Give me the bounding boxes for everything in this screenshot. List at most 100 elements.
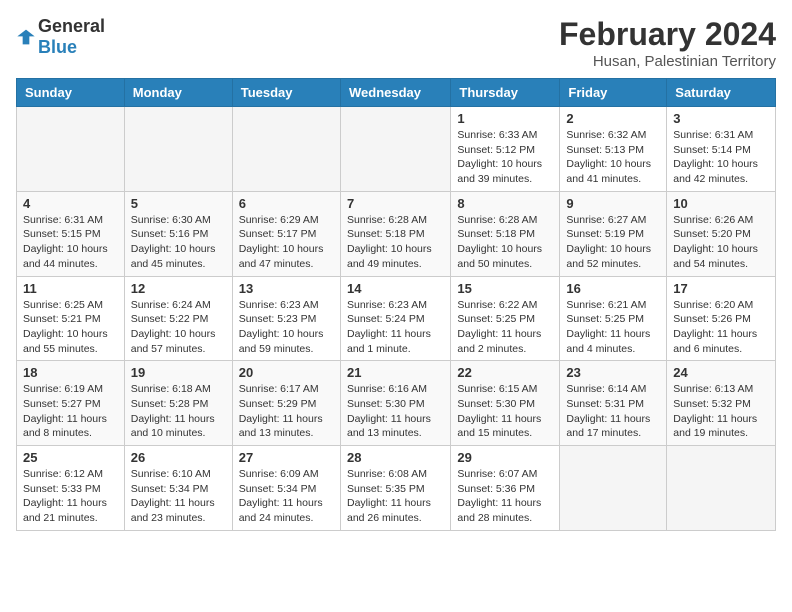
table-row: 18 Sunrise: 6:19 AM Sunset: 5:27 PM Dayli… — [17, 361, 125, 446]
day-number: 6 — [239, 196, 334, 211]
day-number: 10 — [673, 196, 769, 211]
table-row: 25Sunrise: 6:12 AM Sunset: 5:33 PM Dayli… — [17, 446, 125, 531]
table-row: 12Sunrise: 6:24 AM Sunset: 5:22 PM Dayli… — [124, 276, 232, 361]
day-number: 11 — [23, 281, 118, 296]
table-row: 28Sunrise: 6:08 AM Sunset: 5:35 PM Dayli… — [340, 446, 450, 531]
logo-bird-icon — [16, 27, 36, 47]
day-info: Sunrise: 6:08 AM Sunset: 5:35 PM Dayligh… — [347, 467, 444, 526]
calendar-week-4: 18 Sunrise: 6:19 AM Sunset: 5:27 PM Dayli… — [17, 361, 776, 446]
day-number: 3 — [673, 111, 769, 126]
day-number: 5 — [131, 196, 226, 211]
logo-text-general: General — [38, 16, 105, 36]
table-row: 10 Sunrise: 6:26 AM Sunset: 5:20 PM Dayli… — [667, 191, 776, 276]
calendar-title: February 2024 — [559, 16, 776, 53]
day-number: 8 — [457, 196, 553, 211]
day-info: Sunrise: 6:26 AM Sunset: 5:20 PM Dayligh… — [673, 213, 769, 272]
table-row: 6Sunrise: 6:29 AM Sunset: 5:17 PM Daylig… — [232, 191, 340, 276]
day-number: 16 — [566, 281, 660, 296]
day-info: Sunrise: 6:30 AM Sunset: 5:16 PM Dayligh… — [131, 213, 226, 272]
day-info: Sunrise: 6:28 AM Sunset: 5:18 PM Dayligh… — [457, 213, 553, 272]
table-row: 20Sunrise: 6:17 AM Sunset: 5:29 PM Dayli… — [232, 361, 340, 446]
day-info: Sunrise: 6:28 AM Sunset: 5:18 PM Dayligh… — [347, 213, 444, 272]
day-info: Sunrise: 6:16 AM Sunset: 5:30 PM Dayligh… — [347, 382, 444, 441]
day-info: Sunrise: 6:14 AM Sunset: 5:31 PM Dayligh… — [566, 382, 660, 441]
day-info: Sunrise: 6:25 AM Sunset: 5:21 PM Dayligh… — [23, 298, 118, 357]
day-info: Sunrise: 6:17 AM Sunset: 5:29 PM Dayligh… — [239, 382, 334, 441]
day-number: 14 — [347, 281, 444, 296]
table-row — [340, 107, 450, 192]
table-row: 5 Sunrise: 6:30 AM Sunset: 5:16 PM Daylig… — [124, 191, 232, 276]
table-row: 15 Sunrise: 6:22 AM Sunset: 5:25 PM Dayli… — [451, 276, 560, 361]
title-block: February 2024 Husan, Palestinian Territo… — [559, 16, 776, 70]
table-row — [124, 107, 232, 192]
header-friday: Friday — [560, 79, 667, 107]
table-row: 19 Sunrise: 6:18 AM Sunset: 5:28 PM Dayli… — [124, 361, 232, 446]
day-info: Sunrise: 6:13 AM Sunset: 5:32 PM Dayligh… — [673, 382, 769, 441]
day-info: Sunrise: 6:15 AM Sunset: 5:30 PM Dayligh… — [457, 382, 553, 441]
day-info: Sunrise: 6:22 AM Sunset: 5:25 PM Dayligh… — [457, 298, 553, 357]
header-thursday: Thursday — [451, 79, 560, 107]
table-row: 23 Sunrise: 6:14 AM Sunset: 5:31 PM Dayli… — [560, 361, 667, 446]
day-info: Sunrise: 6:10 AM Sunset: 5:34 PM Dayligh… — [131, 467, 226, 526]
header-monday: Monday — [124, 79, 232, 107]
day-number: 7 — [347, 196, 444, 211]
day-number: 18 — [23, 365, 118, 380]
header-wednesday: Wednesday — [340, 79, 450, 107]
day-number: 25 — [23, 450, 118, 465]
day-info: Sunrise: 6:33 AM Sunset: 5:12 PM Dayligh… — [457, 128, 553, 187]
header-saturday: Saturday — [667, 79, 776, 107]
table-row: 17 Sunrise: 6:20 AM Sunset: 5:26 PM Dayli… — [667, 276, 776, 361]
calendar-table: Sunday Monday Tuesday Wednesday Thursday… — [16, 78, 776, 531]
page-header: General Blue February 2024 Husan, Palest… — [16, 16, 776, 70]
day-info: Sunrise: 6:27 AM Sunset: 5:19 PM Dayligh… — [566, 213, 660, 272]
day-number: 29 — [457, 450, 553, 465]
day-number: 24 — [673, 365, 769, 380]
table-row: 27Sunrise: 6:09 AM Sunset: 5:34 PM Dayli… — [232, 446, 340, 531]
header-tuesday: Tuesday — [232, 79, 340, 107]
table-row: 8 Sunrise: 6:28 AM Sunset: 5:18 PM Daylig… — [451, 191, 560, 276]
table-row: 13Sunrise: 6:23 AM Sunset: 5:23 PM Dayli… — [232, 276, 340, 361]
table-row — [667, 446, 776, 531]
day-number: 2 — [566, 111, 660, 126]
header-sunday: Sunday — [17, 79, 125, 107]
calendar-week-2: 4Sunrise: 6:31 AM Sunset: 5:15 PM Daylig… — [17, 191, 776, 276]
day-number: 17 — [673, 281, 769, 296]
day-info: Sunrise: 6:07 AM Sunset: 5:36 PM Dayligh… — [457, 467, 553, 526]
table-row: 11 Sunrise: 6:25 AM Sunset: 5:21 PM Dayli… — [17, 276, 125, 361]
table-row: 24 Sunrise: 6:13 AM Sunset: 5:32 PM Dayli… — [667, 361, 776, 446]
day-number: 13 — [239, 281, 334, 296]
day-info: Sunrise: 6:23 AM Sunset: 5:24 PM Dayligh… — [347, 298, 444, 357]
weekday-header-row: Sunday Monday Tuesday Wednesday Thursday… — [17, 79, 776, 107]
logo-text-blue: Blue — [38, 37, 77, 57]
table-row: 1Sunrise: 6:33 AM Sunset: 5:12 PM Daylig… — [451, 107, 560, 192]
day-info: Sunrise: 6:31 AM Sunset: 5:14 PM Dayligh… — [673, 128, 769, 187]
day-info: Sunrise: 6:32 AM Sunset: 5:13 PM Dayligh… — [566, 128, 660, 187]
day-info: Sunrise: 6:21 AM Sunset: 5:25 PM Dayligh… — [566, 298, 660, 357]
day-number: 19 — [131, 365, 226, 380]
day-number: 12 — [131, 281, 226, 296]
day-number: 21 — [347, 365, 444, 380]
day-info: Sunrise: 6:19 AM Sunset: 5:27 PM Dayligh… — [23, 382, 118, 441]
day-info: Sunrise: 6:31 AM Sunset: 5:15 PM Dayligh… — [23, 213, 118, 272]
table-row — [17, 107, 125, 192]
table-row: 21 Sunrise: 6:16 AM Sunset: 5:30 PM Dayli… — [340, 361, 450, 446]
table-row: 14 Sunrise: 6:23 AM Sunset: 5:24 PM Dayli… — [340, 276, 450, 361]
table-row: 29 Sunrise: 6:07 AM Sunset: 5:36 PM Dayli… — [451, 446, 560, 531]
day-info: Sunrise: 6:09 AM Sunset: 5:34 PM Dayligh… — [239, 467, 334, 526]
table-row: 7 Sunrise: 6:28 AM Sunset: 5:18 PM Daylig… — [340, 191, 450, 276]
day-number: 15 — [457, 281, 553, 296]
table-row: 22 Sunrise: 6:15 AM Sunset: 5:30 PM Dayli… — [451, 361, 560, 446]
day-number: 9 — [566, 196, 660, 211]
day-number: 22 — [457, 365, 553, 380]
table-row — [560, 446, 667, 531]
day-number: 23 — [566, 365, 660, 380]
day-info: Sunrise: 6:18 AM Sunset: 5:28 PM Dayligh… — [131, 382, 226, 441]
calendar-location: Husan, Palestinian Territory — [559, 53, 776, 70]
table-row: 16 Sunrise: 6:21 AM Sunset: 5:25 PM Dayli… — [560, 276, 667, 361]
table-row: 3 Sunrise: 6:31 AM Sunset: 5:14 PM Daylig… — [667, 107, 776, 192]
table-row: 26Sunrise: 6:10 AM Sunset: 5:34 PM Dayli… — [124, 446, 232, 531]
table-row: 2 Sunrise: 6:32 AM Sunset: 5:13 PM Daylig… — [560, 107, 667, 192]
table-row — [232, 107, 340, 192]
calendar-week-1: 1Sunrise: 6:33 AM Sunset: 5:12 PM Daylig… — [17, 107, 776, 192]
day-info: Sunrise: 6:20 AM Sunset: 5:26 PM Dayligh… — [673, 298, 769, 357]
